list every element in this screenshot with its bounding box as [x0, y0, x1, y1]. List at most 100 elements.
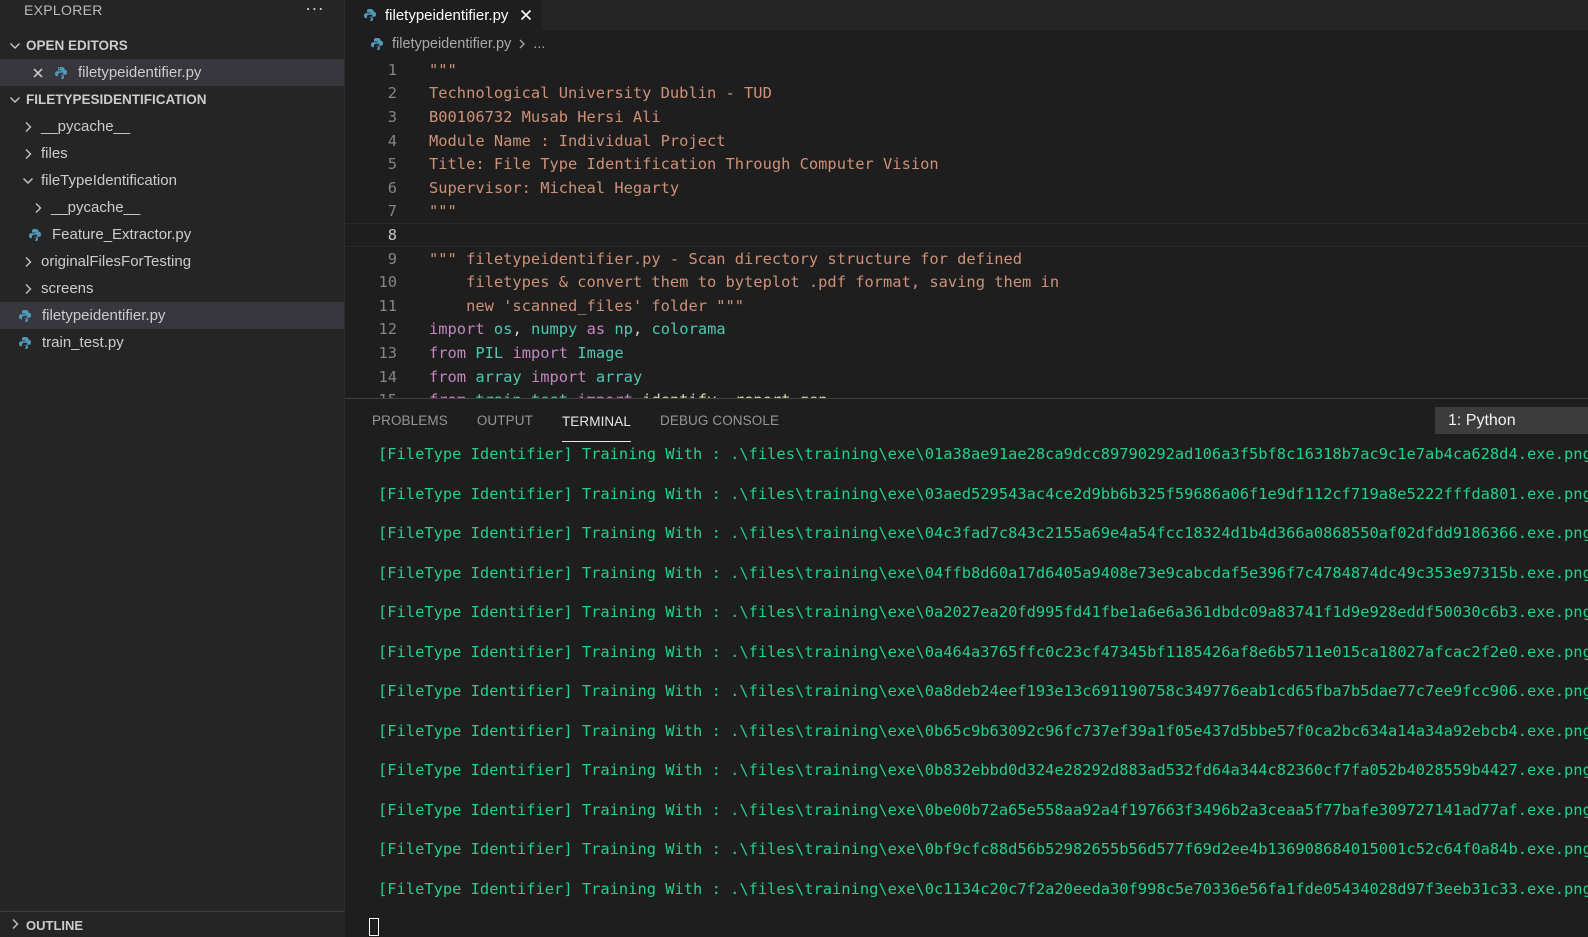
- tree-folder-originalfiles[interactable]: originalFilesForTesting: [0, 248, 344, 275]
- tree-folder-pycache[interactable]: __pycache__: [0, 113, 344, 140]
- breadcrumb-file[interactable]: filetypeidentifier.py: [392, 36, 511, 52]
- code-keyword: import: [512, 343, 569, 362]
- python-file-icon: [19, 309, 31, 322]
- terminal-line: [FileType Identifier] Training With : .\…: [378, 642, 1588, 661]
- tree-folder-screens[interactable]: screens: [0, 275, 344, 302]
- terminal-line: [FileType Identifier] Training With : .\…: [378, 840, 1588, 858]
- terminal-line: [FileType Identifier] Training With : .\…: [378, 879, 1588, 898]
- chevron-right-icon: [25, 256, 32, 267]
- line-number: 4: [387, 131, 397, 150]
- breadcrumb: filetypeidentifier.py ...: [345, 30, 1588, 58]
- code-module: numpy: [530, 320, 578, 339]
- line-number: 15: [345, 391, 397, 398]
- chevron-down-icon: [10, 42, 20, 49]
- code-text: """: [429, 60, 457, 79]
- python-file-icon: [19, 336, 31, 349]
- line-number: 14: [378, 367, 397, 386]
- code-keyword: from: [429, 391, 466, 398]
- open-editors-section[interactable]: OPEN EDITORS: [0, 32, 344, 59]
- code-keyword: import: [577, 391, 633, 398]
- chevron-right-icon: [25, 283, 32, 294]
- line-number: 9: [387, 249, 397, 268]
- code-line: 4 Module Name : Individual Project: [345, 129, 1588, 153]
- outline-section[interactable]: OUTLINE: [0, 911, 345, 937]
- code-line: 7 """: [345, 200, 1588, 224]
- line-number: 10: [378, 273, 397, 292]
- terminal-line: [FileType Identifier] Training With : .\…: [378, 603, 1588, 621]
- code-text: Technological University Dublin - TUD: [429, 84, 772, 103]
- tree-item-label: train_test.py: [42, 334, 124, 351]
- tree-folder-files[interactable]: files: [0, 140, 344, 167]
- line-number: 12: [378, 320, 397, 339]
- more-actions-icon[interactable]: ···: [305, 0, 324, 17]
- code-text: """ filetypeidentifier.py - Scan directo…: [429, 249, 1023, 268]
- tab-label: filetypeidentifier.py: [385, 6, 509, 24]
- tree-folder-pycache-nested[interactable]: __pycache__: [0, 194, 344, 221]
- code-module: colorama: [651, 320, 726, 339]
- code-text: """: [429, 202, 457, 221]
- close-icon[interactable]: [520, 9, 532, 21]
- line-number: 1: [387, 60, 397, 79]
- code-line: 5 Title: File Type Identification Through…: [345, 152, 1588, 176]
- tree-file-train-test[interactable]: train_test.py: [0, 329, 344, 356]
- code-keyword: as: [577, 320, 615, 339]
- open-editors-label: OPEN EDITORS: [26, 38, 128, 53]
- code-line: 2 Technological University Dublin - TUD: [345, 82, 1588, 106]
- python-file-icon: [371, 38, 383, 50]
- code-punct: ,: [512, 320, 531, 339]
- code-module: np: [614, 320, 633, 339]
- tree-item-label: filetypeidentifier.py: [42, 307, 166, 324]
- code-keyword: from: [429, 367, 467, 386]
- chevron-right-icon: [25, 148, 32, 159]
- code-keyword: from: [429, 343, 467, 362]
- tree-folder-filetypeidentification[interactable]: fileTypeIdentification: [0, 167, 344, 194]
- terminal-line: [FileType Identifier] Training With : .\…: [378, 524, 1588, 542]
- code-function: identify: [642, 391, 716, 398]
- code-editor[interactable]: 1 """ 2 Technological University Dublin - …: [345, 58, 1588, 398]
- code-line-current: 8: [345, 223, 1588, 247]
- project-section[interactable]: FILETYPESIDENTIFICATION: [0, 86, 344, 113]
- tab-problems[interactable]: PROBLEMS: [372, 399, 448, 443]
- panel-tab-bar: PROBLEMS OUTPUT TERMINAL DEBUG CONSOLE 1…: [345, 399, 1588, 443]
- code-line: 10 filetypes & convert them to byteplot …: [345, 270, 1588, 294]
- tab-terminal[interactable]: TERMINAL: [561, 400, 631, 442]
- terminal-line: [FileType Identifier] Training With : .\…: [378, 800, 1588, 819]
- chevron-down-icon: [23, 177, 33, 184]
- code-module: Image: [577, 343, 624, 362]
- breadcrumb-symbol[interactable]: ...: [533, 36, 545, 52]
- python-file-icon: [55, 66, 67, 79]
- code-punct: ,: [632, 320, 652, 339]
- editor-area: filetypeidentifier.py filetypeidentifier…: [345, 0, 1588, 398]
- open-editor-filename: filetypeidentifier.py: [78, 64, 202, 81]
- editor-tab[interactable]: filetypeidentifier.py: [345, 0, 543, 30]
- terminal-line: [FileType Identifier] Training With : .\…: [378, 484, 1588, 503]
- open-editor-item[interactable]: filetypeidentifier.py: [0, 59, 344, 86]
- tree-file-feature-extractor[interactable]: Feature_Extractor.py: [0, 221, 344, 248]
- line-number: 8: [387, 225, 397, 244]
- terminal-line: [FileType Identifier] Training With : .\…: [378, 721, 1588, 740]
- line-number: 2: [387, 84, 397, 103]
- code-text: Supervisor: Micheal Hegarty: [429, 178, 680, 197]
- editor-tab-bar: filetypeidentifier.py: [345, 0, 1588, 30]
- tab-debug-console[interactable]: DEBUG CONSOLE: [660, 399, 779, 443]
- code-module: os: [493, 320, 513, 339]
- line-number: 5: [387, 155, 397, 174]
- close-icon[interactable]: [32, 67, 44, 79]
- code-punct: ,: [716, 391, 735, 398]
- tab-output[interactable]: OUTPUT: [477, 399, 533, 443]
- line-number: 6: [387, 178, 397, 197]
- vscode-window: EXPLORER ··· OPEN EDITORS filetypeidenti…: [0, 0, 1588, 937]
- chevron-down-icon: [10, 96, 20, 103]
- code-line: 3 B00106732 Musab Hersi Ali: [345, 105, 1588, 129]
- code-line: 14 from array import array: [345, 365, 1588, 389]
- terminal-selector-dropdown[interactable]: 1: Python: [1435, 407, 1588, 434]
- line-number: 13: [378, 343, 397, 362]
- bottom-panel: PROBLEMS OUTPUT TERMINAL DEBUG CONSOLE 1…: [345, 398, 1588, 937]
- tree-item-label: files: [41, 145, 68, 162]
- tree-file-filetypeidentifier[interactable]: filetypeidentifier.py: [0, 302, 344, 329]
- terminal-output[interactable]: [FileType Identifier] Training With : .\…: [345, 443, 1588, 937]
- explorer-header: EXPLORER ···: [0, 0, 344, 32]
- code-line: 15 from train_test import identify, repor…: [345, 388, 1588, 398]
- project-label: FILETYPESIDENTIFICATION: [26, 92, 207, 107]
- code-text: Title: File Type Identification Through …: [429, 155, 939, 174]
